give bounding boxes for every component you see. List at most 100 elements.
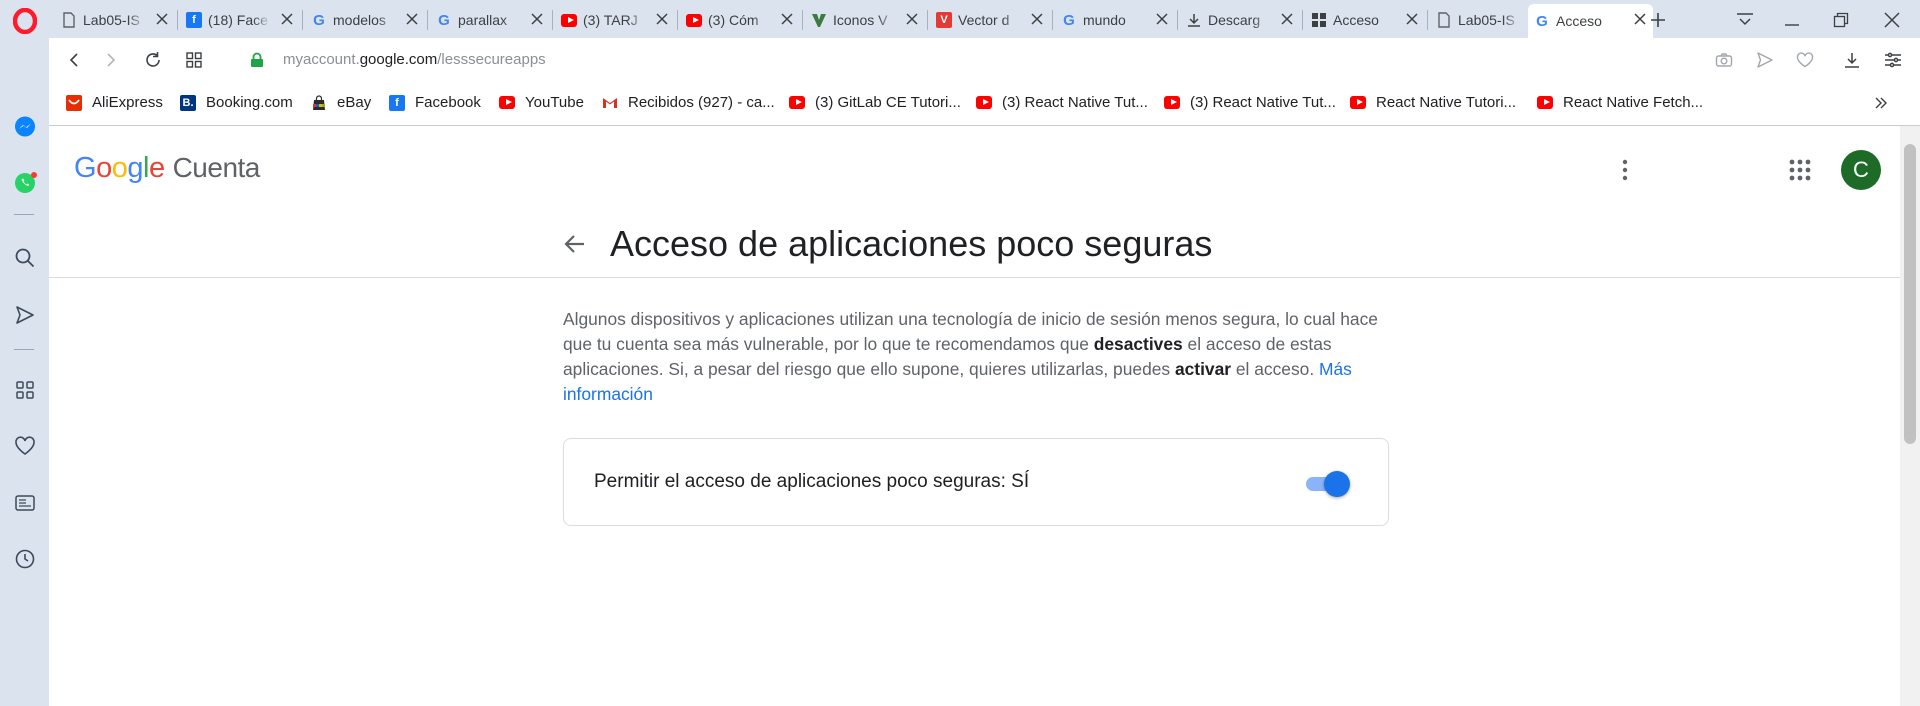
history-icon[interactable] xyxy=(12,546,37,571)
tab-title: Vector d xyxy=(958,12,1010,28)
close-icon[interactable] xyxy=(155,12,169,26)
scrollbar-thumb[interactable] xyxy=(1904,144,1916,444)
tab[interactable]: G mundo xyxy=(1055,4,1175,36)
bookmarks-overflow-icon[interactable] xyxy=(1874,96,1888,110)
speed-dial-icon[interactable] xyxy=(12,377,37,402)
bookmark-item[interactable]: (3) React Native Tut... xyxy=(976,94,1148,111)
tab-title: mundo xyxy=(1083,12,1126,28)
product-name: Cuenta xyxy=(172,152,261,183)
bookmark-item[interactable]: eBay xyxy=(311,94,371,111)
tab[interactable]: V Vector d xyxy=(930,4,1050,36)
messenger-icon[interactable] xyxy=(12,114,37,139)
bookmark-label: AliExpress xyxy=(92,94,163,111)
restore-icon[interactable] xyxy=(1828,7,1854,33)
bookmark-item[interactable]: (3) React Native Tut... xyxy=(1164,94,1336,111)
tab-strip: Lab05-IS f (18) Face G modelos G paralla… xyxy=(49,0,1920,38)
whatsapp-icon[interactable] xyxy=(12,170,37,195)
close-icon[interactable] xyxy=(405,12,419,26)
speed-dial-icon[interactable] xyxy=(182,48,206,72)
send-icon[interactable] xyxy=(1753,48,1777,72)
opera-logo-icon[interactable] xyxy=(12,7,37,34)
tab-separator xyxy=(677,10,678,30)
tab[interactable]: f (18) Face xyxy=(180,4,300,36)
bookmark-label: Facebook xyxy=(415,94,481,111)
tab[interactable]: G modelos xyxy=(305,4,425,36)
bookmark-label: React Native Fetch... xyxy=(1563,94,1704,111)
bookmark-item[interactable]: (3) GitLab CE Tutori... xyxy=(789,94,961,111)
tab-title: (18) Face xyxy=(208,12,268,28)
tab-menu-icon[interactable] xyxy=(1732,7,1758,33)
bookmark-label: eBay xyxy=(337,94,372,111)
bookmark-item[interactable]: React Native Fetch... xyxy=(1537,94,1703,111)
allow-less-secure-apps-toggle[interactable] xyxy=(1304,467,1352,499)
ebay-icon xyxy=(311,94,327,111)
reload-icon[interactable] xyxy=(141,48,165,72)
minimize-icon[interactable] xyxy=(1779,7,1805,33)
close-icon[interactable] xyxy=(655,12,669,26)
window-close-icon[interactable] xyxy=(1879,7,1905,33)
close-icon[interactable] xyxy=(905,12,919,26)
logo-letter: o xyxy=(111,152,128,184)
close-icon[interactable] xyxy=(1155,12,1169,26)
tab[interactable]: G parallax xyxy=(430,4,550,36)
tab-separator xyxy=(927,10,928,30)
bookmark-item[interactable]: React Native Tutori... xyxy=(1350,94,1516,111)
url-path: /lesssecureapps xyxy=(437,51,546,68)
bookmark-item[interactable]: YouTube xyxy=(499,94,584,111)
google-apps-icon[interactable] xyxy=(1788,158,1812,182)
send-icon[interactable] xyxy=(12,302,37,327)
youtube-icon xyxy=(976,95,992,111)
close-icon[interactable] xyxy=(1030,12,1044,26)
news-icon[interactable] xyxy=(12,490,37,515)
desc-bold-text: desactives xyxy=(1093,334,1183,354)
tab[interactable]: Iconos V xyxy=(805,4,925,36)
bookmark-item[interactable]: B. Booking.com xyxy=(180,94,293,111)
aliexpress-icon xyxy=(66,94,82,111)
tab-separator xyxy=(802,10,803,30)
forward-icon[interactable] xyxy=(99,48,123,72)
tab-separator xyxy=(552,10,553,30)
bookmark-item[interactable]: AliExpress xyxy=(66,94,163,111)
url-field[interactable]: myaccount.google.com/lesssecureapps xyxy=(283,51,546,68)
tab-title: Acceso xyxy=(1556,13,1602,29)
logo-letter: g xyxy=(127,152,143,184)
close-icon[interactable] xyxy=(1405,12,1419,26)
google-account-logo[interactable]: Google Cuenta xyxy=(74,152,260,185)
page-scrollbar[interactable] xyxy=(1900,126,1920,706)
tab[interactable]: (3) TARJ xyxy=(555,4,675,36)
bookmark-item[interactable]: f Facebook xyxy=(389,94,481,111)
more-options-icon[interactable] xyxy=(1613,156,1637,184)
camera-icon[interactable] xyxy=(1712,48,1736,72)
download-icon[interactable] xyxy=(1840,48,1864,72)
back-arrow-icon[interactable] xyxy=(561,230,589,258)
easy-setup-icon[interactable] xyxy=(1881,48,1905,72)
avatar[interactable]: C xyxy=(1841,150,1881,190)
search-icon[interactable] xyxy=(12,245,37,270)
heart-icon[interactable] xyxy=(1793,48,1817,72)
facebook-icon: f xyxy=(186,12,202,28)
close-icon[interactable] xyxy=(530,12,544,26)
tab-separator xyxy=(1427,10,1428,30)
bookmarks-bar: AliExpress B. Booking.com eBay f Faceboo… xyxy=(49,82,1920,126)
tab[interactable]: Acceso xyxy=(1305,4,1425,36)
close-icon[interactable] xyxy=(280,12,294,26)
tab-title: modelos xyxy=(333,12,386,28)
youtube-icon xyxy=(789,95,805,111)
close-icon[interactable] xyxy=(1280,12,1294,26)
bookmark-label: (3) React Native Tut... xyxy=(1190,94,1336,111)
bookmark-label: Booking.com xyxy=(206,94,293,111)
close-icon[interactable] xyxy=(780,12,794,26)
page-title: Acceso de aplicaciones poco seguras xyxy=(610,223,1213,264)
heart-icon[interactable] xyxy=(12,433,37,458)
bookmark-label: React Native Tutori... xyxy=(1376,94,1517,111)
tab-separator xyxy=(1177,10,1178,30)
bookmark-item[interactable]: Recibidos (927) - ca... xyxy=(602,94,775,111)
tab[interactable]: (3) Cóm xyxy=(680,4,800,36)
tab[interactable]: Descarg xyxy=(1180,4,1300,36)
back-icon[interactable] xyxy=(62,48,86,72)
tab-title: Acceso xyxy=(1333,12,1379,28)
tab[interactable]: Lab05-IS xyxy=(55,4,175,36)
new-tab-icon[interactable] xyxy=(1645,7,1671,33)
tab-active[interactable]: G Acceso xyxy=(1528,4,1653,38)
lock-icon[interactable] xyxy=(245,48,269,72)
